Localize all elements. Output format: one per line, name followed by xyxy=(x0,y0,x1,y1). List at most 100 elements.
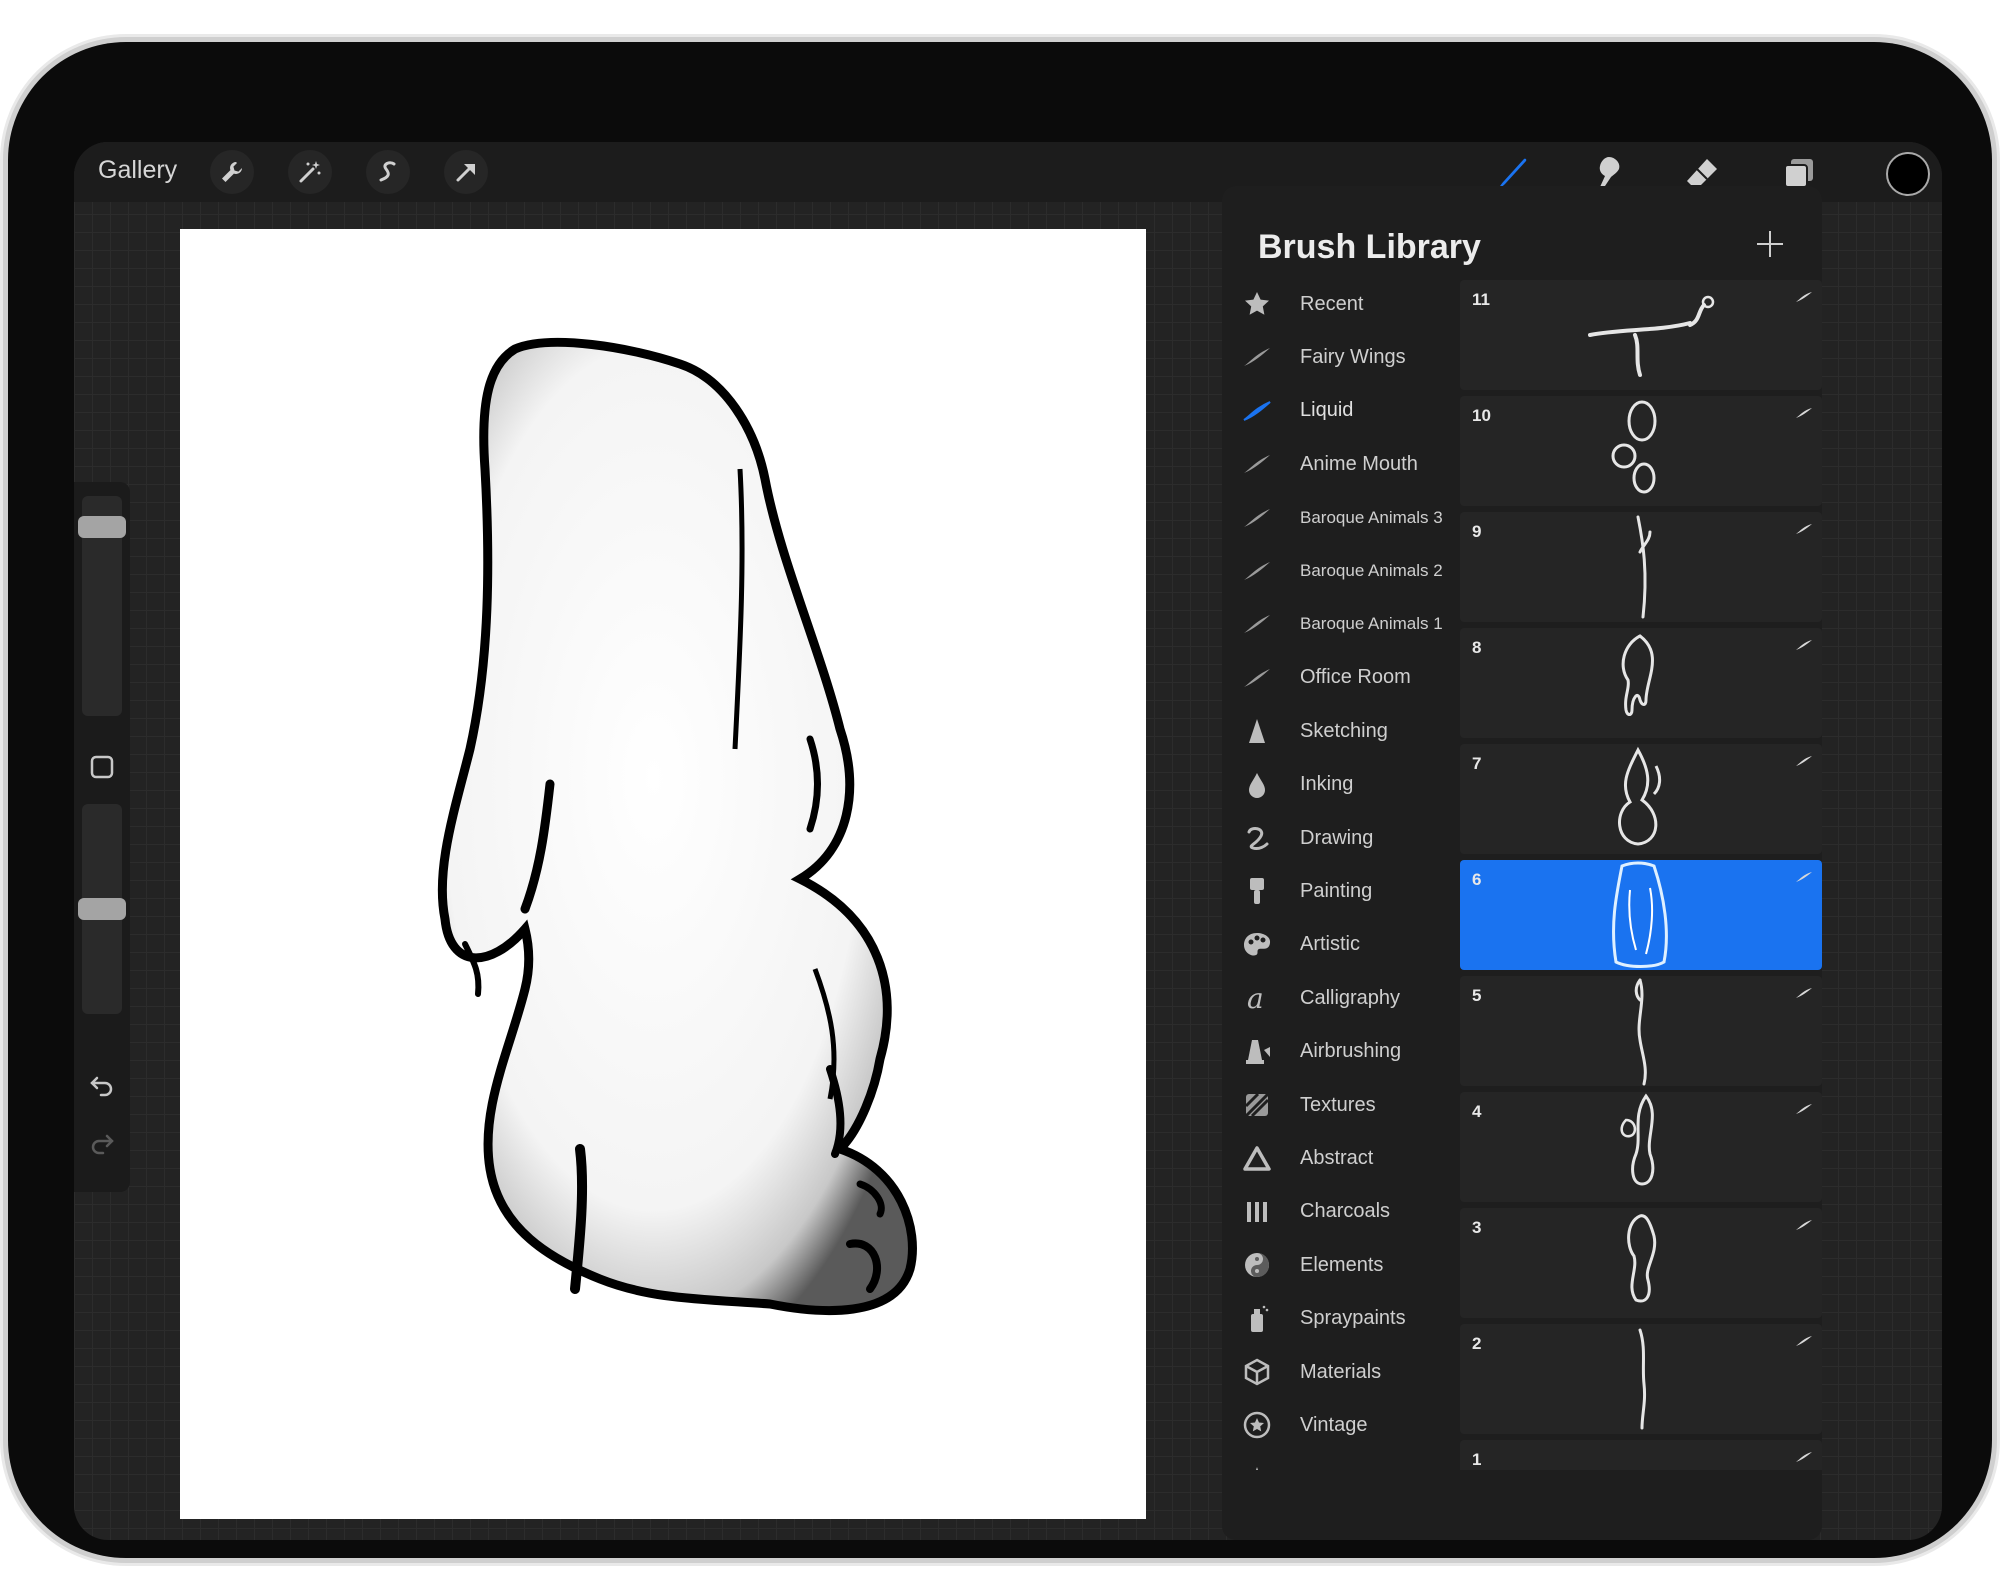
brush-category-artistic[interactable]: Artistic xyxy=(1222,919,1462,971)
stroke-icon xyxy=(1240,394,1274,428)
brush-category-label: Elements xyxy=(1300,1253,1384,1276)
star-badge-icon xyxy=(1240,1408,1274,1442)
brush-category-charcoals[interactable]: Charcoals xyxy=(1222,1186,1462,1238)
texture-icon xyxy=(1240,1088,1274,1122)
brush-category-baroque-animals-1[interactable]: Baroque Animals 1 xyxy=(1222,598,1462,650)
wrench-icon[interactable] xyxy=(210,150,254,194)
brush-item-10[interactable]: 10 xyxy=(1460,396,1822,506)
redo-icon[interactable] xyxy=(89,1130,115,1156)
brush-category-list: Recent Fairy Wings Liquid Anime Mouth Baroqu… xyxy=(1222,278,1462,1470)
brush-category-label: Airbrushing xyxy=(1300,1040,1402,1063)
star-icon xyxy=(1240,287,1274,321)
brush-category-anime-mouth[interactable]: Anime Mouth xyxy=(1222,438,1462,490)
brush-category-painting[interactable]: Painting xyxy=(1222,865,1462,917)
ipad-frame: Gallery Brush Library Recent Fairy Wings… xyxy=(8,42,1992,1558)
brush-category-vintage[interactable]: Vintage xyxy=(1222,1399,1462,1451)
brush-category-drawing[interactable]: Drawing xyxy=(1222,812,1462,864)
brush-category-liquid[interactable]: Liquid xyxy=(1222,385,1462,437)
brush-category-label: Office Room xyxy=(1300,666,1411,689)
stroke-icon xyxy=(1240,554,1274,588)
brush-library-panel: Brush Library Recent Fairy Wings Liquid Ani… xyxy=(1222,186,1822,1540)
color-icon[interactable] xyxy=(1886,152,1930,196)
brush-category-elements[interactable]: Elements xyxy=(1222,1239,1462,1291)
stroke-icon xyxy=(1240,661,1274,695)
brush-category-label: Baroque Animals 2 xyxy=(1300,561,1443,580)
brush-item-6[interactable]: 6 xyxy=(1460,860,1822,970)
magic-wand-icon[interactable] xyxy=(288,150,332,194)
selection-icon[interactable] xyxy=(366,150,410,194)
gallery-button[interactable]: Gallery xyxy=(98,156,177,185)
brush-category-label: Materials xyxy=(1300,1360,1382,1383)
airbrush-icon xyxy=(1240,1035,1274,1069)
brush-category-inking[interactable]: Inking xyxy=(1222,759,1462,811)
brush-category-spraypaints[interactable]: Spraypaints xyxy=(1222,1293,1462,1345)
stroke-icon xyxy=(1240,607,1274,641)
brush-category-baroque-animals-2[interactable]: Baroque Animals 2 xyxy=(1222,545,1462,597)
brush-category-label: Artistic xyxy=(1300,933,1360,956)
brush-category-baroque-animals-3[interactable]: Baroque Animals 3 xyxy=(1222,492,1462,544)
brush-list: 11 10 9 8 7 6 5 4 3 2 1 xyxy=(1458,278,1822,1470)
spray-can-icon xyxy=(1240,1302,1274,1336)
brush-category-label: Charcoals xyxy=(1300,1200,1391,1223)
brush-category-fairy-wings[interactable]: Fairy Wings xyxy=(1222,331,1462,383)
calligraphy-a-icon: a xyxy=(1240,981,1274,1015)
brush-item-3[interactable]: 3 xyxy=(1460,1208,1822,1318)
brush-category-label: Drawing xyxy=(1300,826,1374,849)
brush-category-label: Calligraphy xyxy=(1300,986,1401,1009)
drawing-canvas[interactable] xyxy=(180,229,1146,1519)
stroke-icon xyxy=(1240,501,1274,535)
brush-size-thumb[interactable] xyxy=(78,515,126,538)
brush-item-11[interactable]: 11 xyxy=(1460,280,1822,390)
brush-category-label: Textures xyxy=(1300,1093,1376,1116)
brush-category-materials[interactable]: Materials xyxy=(1222,1346,1462,1398)
panel-title: Brush Library xyxy=(1258,228,1481,266)
undo-icon[interactable] xyxy=(89,1072,115,1098)
brush-item-2[interactable]: 2 xyxy=(1460,1324,1822,1434)
plus-icon[interactable] xyxy=(1752,226,1788,262)
palette-icon xyxy=(1240,928,1274,962)
brush-category-textures[interactable]: Textures xyxy=(1222,1079,1462,1131)
brush-category-airbrushing[interactable]: Airbrushing xyxy=(1222,1026,1462,1078)
brush-category-label: Inking xyxy=(1300,773,1354,796)
yin-yang-icon xyxy=(1240,1248,1274,1282)
brush-category-label: Painting xyxy=(1300,879,1373,902)
transform-arrow-icon[interactable] xyxy=(444,150,488,194)
svg-text:a: a xyxy=(1247,983,1264,1013)
brush-item-8[interactable]: 8 xyxy=(1460,628,1822,738)
brush-category-label: Anime Mouth xyxy=(1300,452,1418,475)
brush-category-sketching[interactable]: Sketching xyxy=(1222,705,1462,757)
charcoal-bars-icon xyxy=(1240,1195,1274,1229)
left-sidebar xyxy=(74,482,130,1192)
brush-category-label: Spraypaints xyxy=(1300,1307,1406,1330)
brush-category-label: Vintage xyxy=(1300,1413,1368,1436)
ink-drop-icon xyxy=(1240,768,1274,802)
brush-category-label: Abstract xyxy=(1300,1146,1374,1169)
triangle-icon xyxy=(1240,1141,1274,1175)
brush-category-label: Baroque Animals 1 xyxy=(1300,614,1443,634)
brush-category-label: Liquid xyxy=(1300,399,1354,422)
brush-item-1[interactable]: 1 xyxy=(1460,1440,1822,1470)
brush-item-5[interactable]: 5 xyxy=(1460,976,1822,1086)
brush-category-calligraphy[interactable]: a Calligraphy xyxy=(1222,972,1462,1024)
brush-category-label: Sketching xyxy=(1300,719,1388,742)
brush-item-9[interactable]: 9 xyxy=(1460,512,1822,622)
opacity-thumb[interactable] xyxy=(78,898,126,920)
pencil-tip-icon xyxy=(1240,1462,1274,1470)
brush-category-label: Fairy Wings xyxy=(1300,345,1406,368)
brush-category-label: Recent xyxy=(1300,292,1364,315)
procreate-screen: Gallery Brush Library Recent Fairy Wings… xyxy=(74,142,1942,1540)
paint-brush-icon xyxy=(1240,874,1274,908)
stroke-icon xyxy=(1240,340,1274,374)
pencil-tip-icon xyxy=(1240,714,1274,748)
brush-category-recent[interactable]: Recent xyxy=(1222,278,1462,330)
brush-category-label: Baroque Animals 3 xyxy=(1300,507,1443,527)
brush-category-abstract[interactable]: Abstract xyxy=(1222,1132,1462,1184)
stroke-icon xyxy=(1240,447,1274,481)
modify-square-icon[interactable] xyxy=(89,754,115,780)
brush-category-more[interactable] xyxy=(1222,1453,1462,1470)
cube-icon xyxy=(1240,1355,1274,1389)
brush-item-4[interactable]: 4 xyxy=(1460,1092,1822,1202)
brush-item-7[interactable]: 7 xyxy=(1460,744,1822,854)
brush-category-office-room[interactable]: Office Room xyxy=(1222,652,1462,704)
liquid-drip-artwork xyxy=(437,337,917,1316)
